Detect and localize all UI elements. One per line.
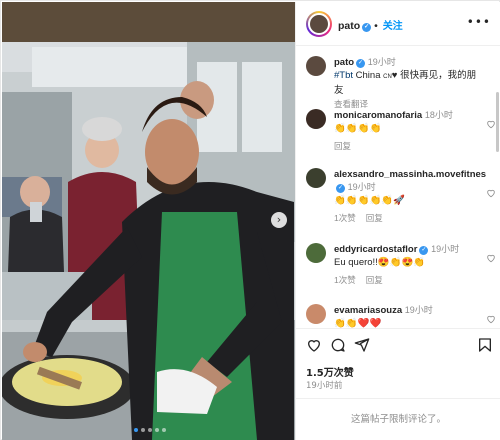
- heart-icon[interactable]: [486, 253, 496, 263]
- hashtag-link[interactable]: #Tbt: [334, 70, 353, 81]
- verified-badge-icon: ✓: [362, 23, 372, 32]
- carousel-dots: [134, 428, 166, 432]
- photo-illustration: [2, 2, 295, 440]
- caption-time: 19小时: [367, 57, 396, 67]
- verified-badge-icon: ✓: [419, 246, 429, 255]
- caption-username[interactable]: pato: [334, 57, 354, 68]
- post-photo[interactable]: ›: [2, 2, 295, 440]
- comment-time: 19小时: [347, 182, 376, 192]
- comment-meta: 1次赞 回复: [334, 212, 484, 225]
- reply-button[interactable]: 回复: [366, 213, 383, 223]
- comment-time: 18小时: [424, 110, 453, 120]
- carousel-dot: [141, 428, 145, 432]
- comment-text: Eu quero!!😍👏😍👏: [334, 257, 426, 268]
- heart-icon[interactable]: [486, 314, 496, 324]
- author-avatar[interactable]: [306, 11, 332, 37]
- comment-username[interactable]: monicaromanofaria: [334, 110, 422, 121]
- comment-text: 👏👏❤️❤️: [334, 318, 382, 328]
- comment-username[interactable]: alexsandro_massinha.movefitnes: [334, 169, 486, 180]
- comment-meta: 1次赞 回复: [334, 274, 484, 287]
- comment-meta: 回复: [334, 140, 484, 153]
- bookmark-icon[interactable]: [477, 337, 493, 353]
- heart-icon[interactable]: [486, 188, 496, 198]
- comment-bubble-icon[interactable]: [330, 337, 346, 353]
- share-icon[interactable]: [354, 337, 370, 353]
- instagram-post-window: › pato ✓ • 关注 ••• pato ✓ 19小时 #Tbt China…: [0, 0, 500, 440]
- comment-text: 👏👏👏👏👏🚀: [334, 195, 405, 206]
- caption-text: #Tbt China CN♥ 很快再见，我的朋友: [334, 70, 477, 96]
- post-side-panel: pato ✓ • 关注 ••• pato ✓ 19小时 #Tbt China CN♥…: [295, 2, 500, 440]
- commenter-avatar[interactable]: [306, 304, 326, 324]
- comment-time: 19小时: [404, 305, 433, 315]
- comments-disabled-notice: 这篇帖子限制评论了。: [296, 398, 500, 440]
- more-options-icon[interactable]: •••: [467, 15, 491, 29]
- comment-likes[interactable]: 1次赞: [334, 275, 356, 285]
- comments-scrollbar[interactable]: [496, 92, 499, 152]
- author-username[interactable]: pato: [338, 20, 360, 32]
- reply-button[interactable]: 回复: [334, 141, 351, 151]
- carousel-dot: [155, 428, 159, 432]
- heart-icon[interactable]: [486, 119, 496, 129]
- commenter-avatar[interactable]: [306, 109, 326, 129]
- comment-likes[interactable]: 1次赞: [334, 213, 356, 223]
- follow-button[interactable]: 关注: [383, 21, 403, 32]
- commenter-avatar[interactable]: [306, 168, 326, 188]
- verified-badge-icon: ✓: [356, 59, 366, 68]
- like-heart-icon[interactable]: [306, 337, 322, 353]
- commenter-avatar[interactable]: [306, 243, 326, 263]
- next-photo-button[interactable]: ›: [271, 212, 287, 228]
- comment-username[interactable]: evamariasouza: [334, 305, 402, 316]
- likes-count[interactable]: 1.5万次赞: [306, 364, 354, 379]
- comments-list[interactable]: pato ✓ 19小时 #Tbt China CN♥ 很快再见，我的朋友 查看翻译…: [296, 46, 500, 328]
- carousel-dot: [134, 428, 138, 432]
- comment-username[interactable]: eddyricardostaflor: [334, 244, 417, 255]
- carousel-dot: [148, 428, 152, 432]
- reply-button[interactable]: 回复: [366, 275, 383, 285]
- comment-time: 19小时: [431, 244, 460, 254]
- caption-avatar[interactable]: [306, 56, 326, 76]
- flag-cn: CN: [383, 74, 392, 80]
- comment-text: 👏👏👏👏: [334, 123, 382, 134]
- author-name-line: pato ✓ • 关注: [338, 20, 403, 32]
- verified-badge-icon: ✓: [336, 184, 345, 193]
- post-timestamp: 19小时前: [306, 381, 343, 391]
- post-actions: 1.5万次赞 19小时前: [296, 328, 500, 398]
- post-header: pato ✓ • 关注 •••: [296, 2, 500, 46]
- carousel-dot: [162, 428, 166, 432]
